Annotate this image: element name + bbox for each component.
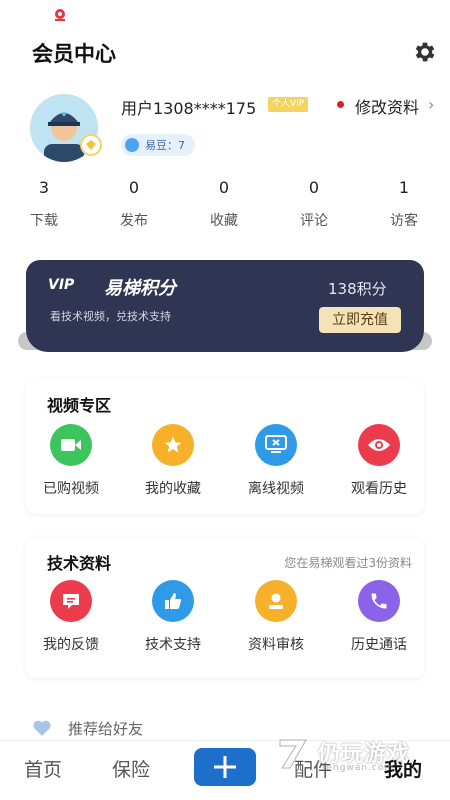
watermark: 仍玩游戏 rengwan.com (276, 734, 436, 780)
section-title: 技术资料 (47, 554, 112, 573)
stat-value: 0 (218, 178, 230, 197)
points-subtitle: 看技术视频，兑技术支持 (50, 310, 171, 323)
tech-section: 技术资料 您在易梯观看过3份资料 我的反馈 技术支持 资料审核 历史通话 (26, 538, 424, 678)
section-note: 您在易梯观看过3份资料 (284, 556, 412, 570)
vip-logo-text: VIP (48, 277, 75, 293)
grid-item-tech-support[interactable]: 技术支持 (125, 580, 221, 654)
nav-item-insurance[interactable]: 保险 (112, 755, 150, 782)
stat-value: 3 (38, 178, 50, 197)
page-header: 会员中心 (0, 30, 450, 74)
vip-medal-icon (80, 134, 102, 156)
points-value: 138积分 (328, 280, 387, 298)
grid-item-label: 我的反馈 (43, 637, 99, 653)
grid-item-label: 技术支持 (145, 637, 201, 653)
watermark-logo-icon (279, 739, 307, 769)
plus-icon (214, 756, 236, 778)
grid-item-my-favorites[interactable]: 我的收藏 (125, 424, 221, 498)
gear-icon[interactable] (412, 39, 438, 65)
page-title: 会员中心 (32, 42, 116, 66)
edit-profile-link[interactable]: 修改资料 (355, 94, 419, 118)
thumbs-up-icon (152, 580, 194, 622)
stat-visitors[interactable]: 1 访客 (374, 178, 434, 230)
add-button[interactable] (194, 748, 256, 786)
section-title: 视频专区 (47, 396, 112, 415)
stat-label: 评论 (300, 213, 328, 229)
points-card[interactable]: VIP 易梯积分 看技术视频，兑技术支持 138积分 立即充值 (26, 260, 424, 352)
heart-icon (33, 720, 51, 736)
grid-item-label: 我的收藏 (145, 481, 201, 497)
stat-label: 下载 (30, 213, 58, 229)
stat-comments[interactable]: 0 评论 (284, 178, 344, 230)
stat-published[interactable]: 0 发布 (104, 178, 164, 230)
stat-value: 0 (128, 178, 140, 197)
vip-logo: VIP (48, 273, 74, 294)
grid-item-call-history[interactable]: 历史通话 (331, 580, 427, 654)
vip-badge: 个人VIP (268, 97, 309, 112)
stat-favorites[interactable]: 0 收藏 (194, 178, 254, 230)
phone-icon (358, 580, 400, 622)
recommend-label: 推荐给好友 (68, 719, 144, 738)
stats-row: 3 下载 0 发布 0 收藏 0 评论 1 访客 (0, 178, 450, 238)
stat-label: 发布 (120, 213, 148, 229)
star-icon (152, 424, 194, 466)
grid-item-my-feedback[interactable]: 我的反馈 (23, 580, 119, 654)
stat-label: 收藏 (210, 213, 238, 229)
monitor-icon (255, 424, 297, 466)
grid-item-label: 观看历史 (351, 481, 407, 497)
grid-item-label: 已购视频 (43, 481, 99, 497)
grid-item-label: 历史通话 (351, 637, 407, 653)
recommend-row[interactable]: 推荐给好友 (32, 716, 143, 740)
stat-value: 0 (308, 178, 320, 197)
grid-item-label: 资料审核 (248, 637, 304, 653)
notification-dot (337, 101, 344, 108)
beans-badge[interactable]: 易豆：7 (121, 134, 195, 156)
stat-label: 访客 (390, 213, 418, 229)
grid-item-watch-history[interactable]: 观看历史 (331, 424, 427, 498)
video-camera-icon (50, 424, 92, 466)
grid-item-offline-videos[interactable]: 离线视频 (228, 424, 324, 498)
beans-label: 易豆：7 (145, 139, 185, 152)
app-logo-icon (55, 9, 65, 21)
profile-section: 用户1308****175 个人VIP 修改资料 › 易豆：7 (0, 90, 450, 162)
eye-icon (358, 424, 400, 466)
stat-downloads[interactable]: 3 下载 (14, 178, 74, 230)
nav-item-home[interactable]: 首页 (24, 755, 62, 782)
points-title: 易梯积分 (104, 278, 176, 299)
watermark-subtext: rengwan.com (322, 763, 395, 773)
stat-value: 1 (398, 178, 410, 197)
grid-item-purchased-videos[interactable]: 已购视频 (23, 424, 119, 498)
grid-item-label: 离线视频 (248, 481, 304, 497)
person-icon (255, 580, 297, 622)
video-section: 视频专区 已购视频 我的收藏 离线视频 观看历史 (26, 380, 424, 514)
bean-icon (125, 138, 139, 152)
recharge-button[interactable]: 立即充值 (319, 307, 401, 333)
grid-item-material-review[interactable]: 资料审核 (228, 580, 324, 654)
message-icon (50, 580, 92, 622)
username: 用户1308****175 (121, 99, 257, 118)
chevron-right-icon[interactable]: › (428, 95, 434, 114)
